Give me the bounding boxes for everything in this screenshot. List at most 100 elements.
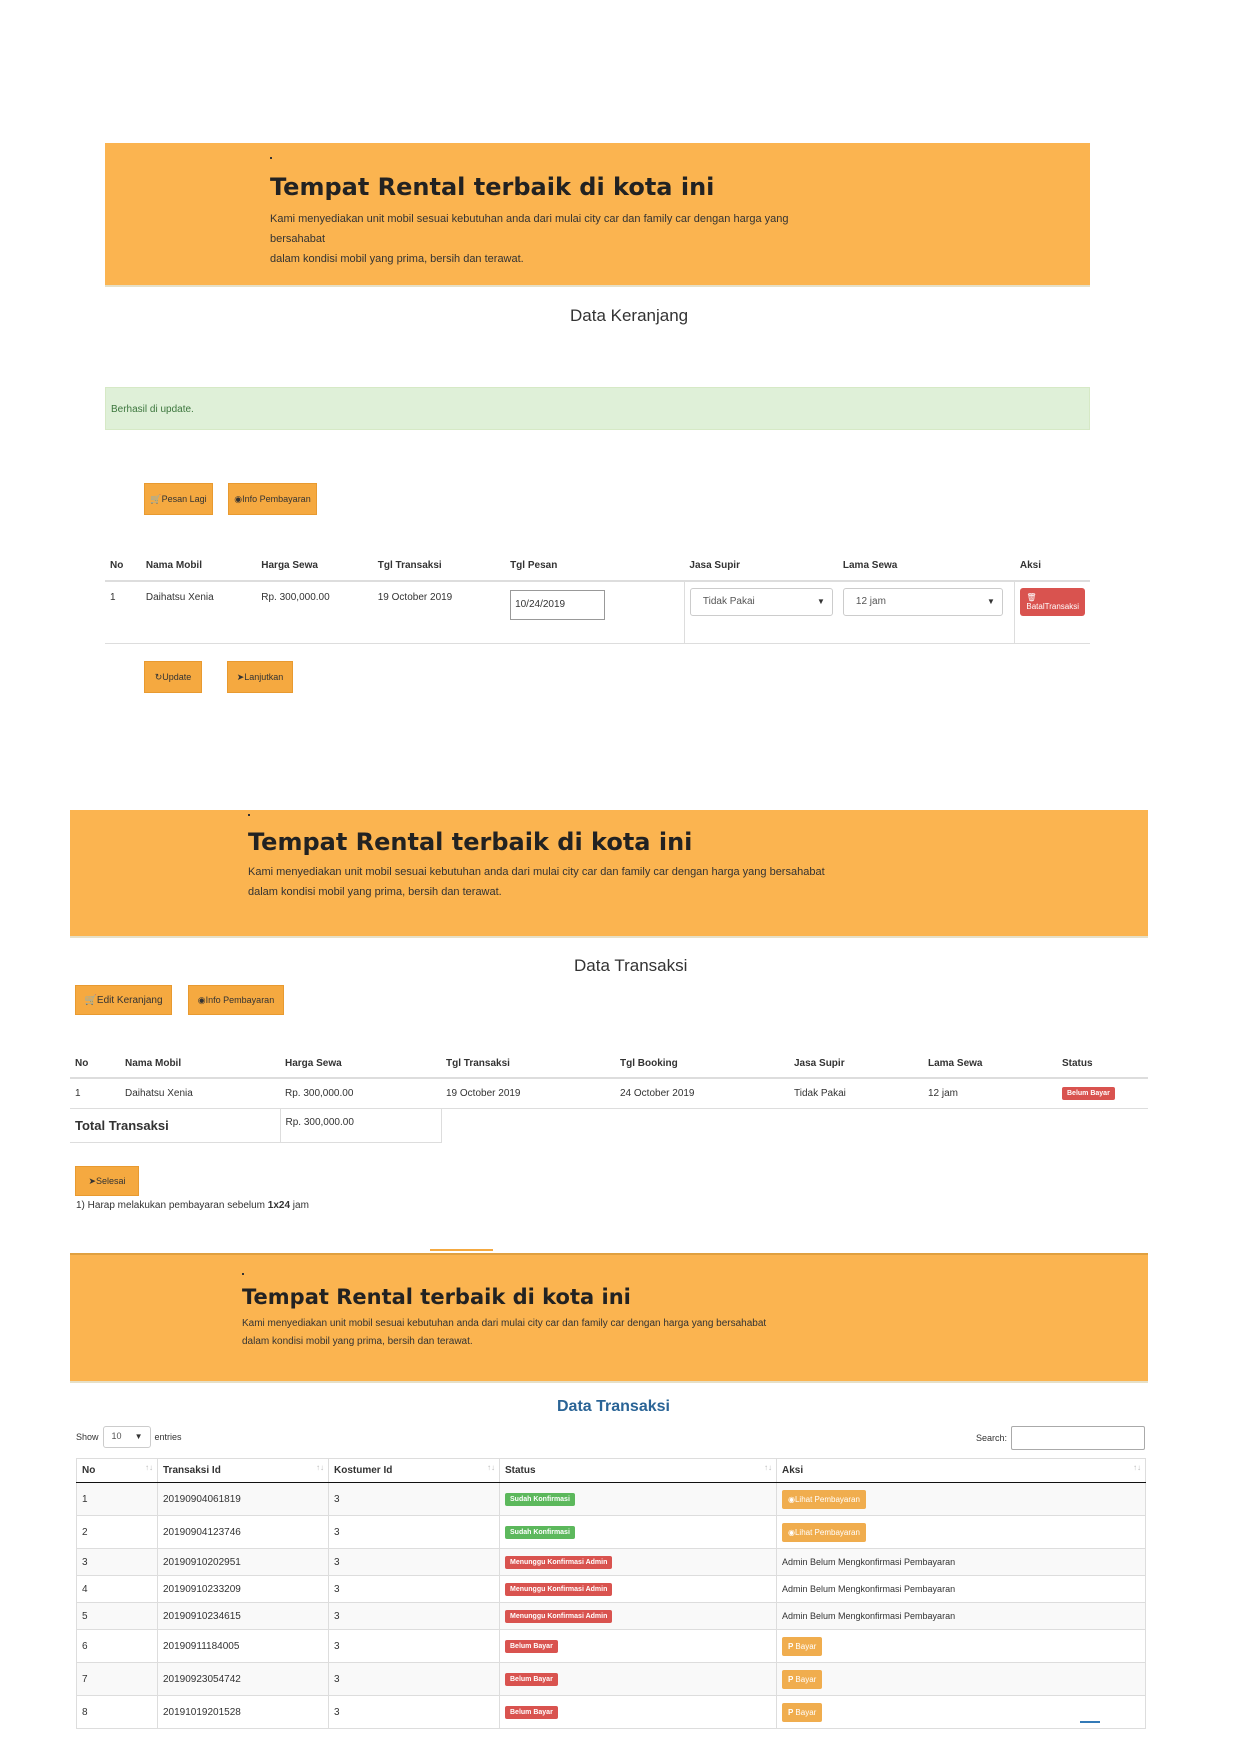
cell-kostumer-id: 3 xyxy=(328,1629,500,1663)
pesan-lagi-button[interactable]: 🛒 Pesan Lagi xyxy=(144,483,213,515)
batal-transaksi-button[interactable]: 🗑BatalTransaksi xyxy=(1020,588,1085,616)
cell-tgl-transaksi: 19 October 2019 xyxy=(372,580,506,643)
chevron-down-icon: ▼ xyxy=(816,597,825,606)
cart-icon: 🛒 xyxy=(84,994,97,1006)
success-alert: Berhasil di update. xyxy=(105,387,1090,430)
update-button[interactable]: ↻ Update xyxy=(144,661,202,693)
jumbotron-text: Kami menyediakan unit mobil sesuai kebut… xyxy=(248,866,825,898)
transaksi-table: No Nama Mobil Harga Sewa Tgl Transaksi T… xyxy=(70,1050,1148,1143)
transaksi-list-table: No ↑↓ Transaksi Id ↑↓ Kostumer Id ↑↓ Status… xyxy=(76,1458,1146,1729)
page-title-list: Data Transaksi xyxy=(557,1398,670,1415)
jasa-supir-select[interactable]: Tidak Pakai ▼ xyxy=(689,588,833,616)
cell-harga-sewa: Rp. 300,000.00 xyxy=(256,580,373,643)
table-row: 1 Daihatsu Xenia Rp. 300,000.00 19 Octob… xyxy=(105,580,1090,643)
search-input[interactable] xyxy=(1011,1426,1146,1450)
col-aksi[interactable]: Aksi ↑↓ xyxy=(776,1458,1146,1483)
status-badge: Menunggu Konfirmasi Admin xyxy=(505,1582,613,1596)
refresh-icon: ↻ xyxy=(154,671,163,682)
info-pembayaran-button[interactable]: ◉ Info Pembayaran xyxy=(188,985,284,1015)
cell-transaksi-id: 20191019201528 xyxy=(157,1695,329,1729)
cell-no: 3 xyxy=(76,1548,158,1576)
cell-transaksi-id: 20190904061819 xyxy=(157,1482,329,1516)
sort-icon: ↑↓ xyxy=(145,1463,153,1472)
col-tgl-pesan: Tgl Pesan xyxy=(505,551,685,582)
selesai-button[interactable]: ➤ Selesai xyxy=(75,1166,139,1196)
status-badge: Belum Bayar xyxy=(505,1672,558,1686)
col-status[interactable]: Status ↑↓ xyxy=(499,1458,777,1483)
table-row: 7 20190923054742 3 Belum Bayar P Bayar xyxy=(76,1662,1146,1696)
cell-no: 7 xyxy=(76,1662,158,1696)
sort-icon: ↑↓ xyxy=(764,1463,772,1472)
jumbotron-text: Kami menyediakan unit mobil sesuai kebut… xyxy=(242,1318,767,1347)
col-aksi: Aksi xyxy=(1014,551,1090,582)
chevron-down-icon: ▼ xyxy=(134,1432,143,1441)
decor-line xyxy=(430,1249,493,1251)
lihat-pembayaran-button[interactable]: ◉Lihat Pembayaran xyxy=(782,1489,866,1509)
cell-transaksi-id: 20190923054742 xyxy=(157,1662,329,1696)
status-badge: Sudah Konfirmasi xyxy=(505,1492,575,1506)
cell-jasa-supir: Tidak Pakai xyxy=(789,1077,923,1108)
payment-note: 1) Harap melakukan pembayaran sebelum 1x… xyxy=(76,1200,309,1211)
table-row: 4 20190910233209 3 Menunggu Konfirmasi Admi… xyxy=(76,1575,1146,1603)
total-value: Rp. 300,000.00 xyxy=(280,1107,442,1143)
col-no: No xyxy=(105,551,141,582)
col-tgl-booking: Tgl Booking xyxy=(615,1050,789,1079)
jumbotron-title: Tempat Rental terbaik di kota ini xyxy=(242,1285,631,1309)
table-row: 8 20191019201528 3 Belum Bayar P Bayar xyxy=(76,1695,1146,1729)
table-row: 2 20190904123746 3 Sudah Konfirmasi ◉Lihat P… xyxy=(76,1515,1146,1549)
tgl-pesan-input[interactable]: 10/24/2019 xyxy=(510,590,606,620)
table-row: 1 20190904061819 3 Sudah Konfirmasi ◉Lihat P… xyxy=(76,1482,1146,1516)
table-row: 1 Daihatsu Xenia Rp. 300,000.00 19 Octob… xyxy=(70,1077,1148,1108)
lama-sewa-select[interactable]: 12 jam ▼ xyxy=(842,588,1003,616)
jumbotron-text: Kami menyediakan unit mobil sesuai kebut… xyxy=(270,213,789,265)
col-no: No xyxy=(70,1050,120,1079)
col-kostumer-id[interactable]: Kostumer Id ↑↓ xyxy=(328,1458,500,1483)
status-badge: Sudah Konfirmasi xyxy=(505,1525,575,1539)
table-row: 3 20190910202951 3 Menunggu Konfirmasi Admi… xyxy=(76,1548,1146,1576)
bayar-button[interactable]: P Bayar xyxy=(782,1702,823,1722)
cell-no: 1 xyxy=(105,580,141,643)
cell-no: 6 xyxy=(76,1629,158,1663)
cell-lama-sewa: 12 jam xyxy=(923,1077,1057,1108)
cell-transaksi-id: 20190910233209 xyxy=(157,1575,329,1603)
col-jasa-supir: Jasa Supir xyxy=(684,551,838,582)
cart-icon: 🛒 xyxy=(150,493,162,504)
jumbotron-2: Tempat Rental terbaik di kota ini Kami m… xyxy=(70,810,1148,938)
col-harga-sewa: Harga Sewa xyxy=(256,551,373,582)
col-status: Status xyxy=(1057,1050,1148,1079)
cell-kostumer-id: 3 xyxy=(328,1548,500,1576)
cell-no: 5 xyxy=(76,1602,158,1630)
lanjutkan-button[interactable]: ➤ Lanjutkan xyxy=(227,661,293,693)
col-lama-sewa: Lama Sewa xyxy=(837,551,1015,582)
eye-icon: ◉ xyxy=(197,994,206,1005)
cell-kostumer-id: 3 xyxy=(328,1602,500,1630)
cell-no: 1 xyxy=(76,1482,158,1516)
aksi-text: Admin Belum Mengkonfirmasi Pembayaran xyxy=(782,1610,956,1621)
page-title-transaksi: Data Transaksi xyxy=(574,956,688,975)
jumbotron-3: Tempat Rental terbaik di kota ini Kami m… xyxy=(70,1253,1148,1383)
trash-icon: 🗑 xyxy=(1026,593,1037,602)
status-badge: Belum Bayar xyxy=(505,1639,558,1653)
col-tgl-transaksi: Tgl Transaksi xyxy=(372,551,506,582)
jumbotron-1: Tempat Rental terbaik di kota ini Kami m… xyxy=(105,143,1090,287)
col-no[interactable]: No ↑↓ xyxy=(76,1458,158,1483)
edit-keranjang-button[interactable]: 🛒 Edit Keranjang xyxy=(75,985,172,1015)
lihat-pembayaran-button[interactable]: ◉Lihat Pembayaran xyxy=(782,1522,866,1542)
entries-select[interactable]: 10 ▼ xyxy=(102,1426,151,1448)
eye-icon: ◉ xyxy=(788,1494,795,1504)
bayar-button[interactable]: P Bayar xyxy=(782,1636,823,1656)
col-lama-sewa: Lama Sewa xyxy=(923,1050,1057,1079)
sort-icon: ↑↓ xyxy=(487,1463,495,1472)
cell-transaksi-id: 20190910234615 xyxy=(157,1602,329,1630)
info-pembayaran-button[interactable]: ◉ Info Pembayaran xyxy=(228,483,317,515)
send-icon: ➤ xyxy=(236,671,245,682)
status-badge: Belum Bayar xyxy=(1062,1086,1115,1100)
total-label: Total Transaksi xyxy=(70,1107,281,1143)
cell-transaksi-id: 20190911184005 xyxy=(157,1629,329,1663)
eye-icon: ◉ xyxy=(788,1527,795,1537)
bayar-button[interactable]: P Bayar xyxy=(782,1669,823,1689)
col-transaksi-id[interactable]: Transaksi Id ↑↓ xyxy=(157,1458,329,1483)
jumbotron-title: Tempat Rental terbaik di kota ini xyxy=(270,173,715,201)
aksi-text: Admin Belum Mengkonfirmasi Pembayaran xyxy=(782,1556,956,1567)
divider xyxy=(105,643,1090,644)
